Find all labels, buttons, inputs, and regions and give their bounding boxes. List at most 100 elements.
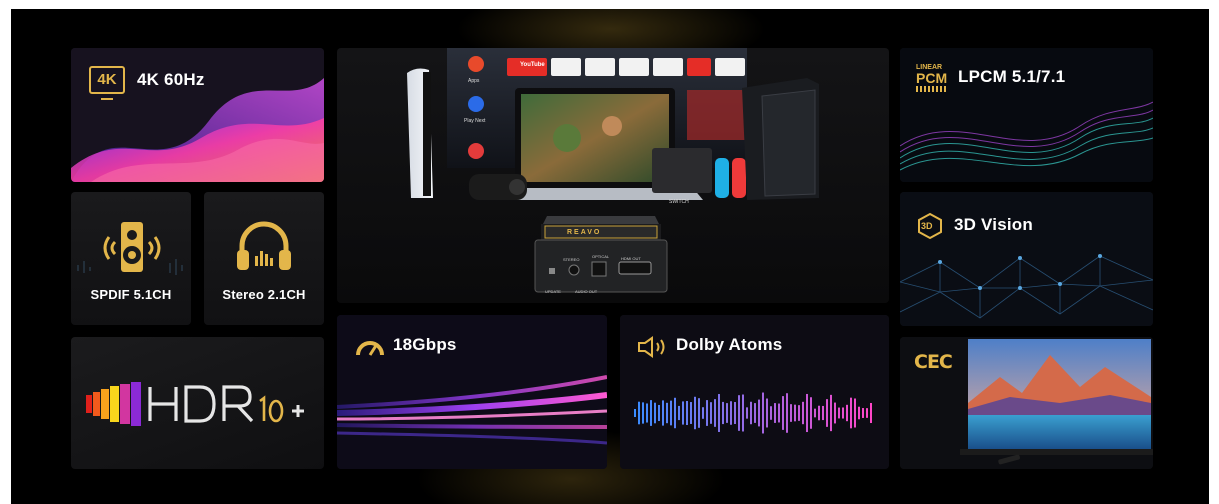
waveform-bar — [646, 403, 648, 423]
waveform-bar — [678, 405, 680, 421]
waveform-bar — [634, 409, 636, 417]
waveform-bar — [862, 408, 864, 418]
port-update: UPDATE — [545, 289, 561, 294]
waveform-bar — [722, 401, 724, 425]
waveform-bar — [658, 404, 660, 422]
waveform-bar — [726, 403, 728, 423]
feature-card-18gbps: 18Gbps — [337, 315, 607, 469]
waveform-bar — [810, 397, 812, 429]
waveform-bar — [766, 398, 768, 428]
port-stereo: STEREO — [563, 257, 580, 262]
waveform-bar — [702, 407, 704, 419]
waveform-bar — [770, 406, 772, 420]
waveform-bar — [850, 397, 852, 429]
waveform-bar — [650, 400, 652, 426]
waveform-bar — [798, 405, 800, 421]
waveform-bar — [762, 392, 764, 434]
waveform-bar — [818, 405, 820, 421]
feature-label-stereo: Stereo 2.1CH — [222, 287, 306, 302]
feature-label-lpcm: LPCM 5.1/7.1 — [958, 67, 1066, 86]
feature-label-dolby: Dolby Atoms — [676, 335, 783, 354]
waveform-bar — [710, 402, 712, 424]
waveform-bar — [830, 394, 832, 432]
waveform-bar — [642, 402, 644, 424]
waveform-bar — [706, 400, 708, 426]
waveform-bar — [654, 402, 656, 424]
waveform-bar — [674, 397, 676, 429]
waveform-bar — [754, 403, 756, 423]
3d-badge: 3D — [921, 221, 933, 231]
hdr10-plus-logo — [86, 382, 304, 426]
waveform-bar — [794, 404, 796, 422]
feature-card-spdif: SPDIF 5.1CH — [71, 192, 191, 325]
lpcm-badge-icon: PCM — [916, 70, 948, 86]
waveform-bar — [686, 400, 688, 426]
tv-sidebar-apps: Apps — [468, 78, 480, 84]
waveform-bar — [790, 404, 792, 422]
waveform-bar — [714, 399, 716, 427]
waveform-bar — [842, 407, 844, 419]
waveform-bar — [822, 405, 824, 421]
waveform-bar — [670, 400, 672, 426]
port-optical: OPTICAL — [592, 254, 610, 259]
waveform-bar — [814, 408, 816, 418]
waveform-bar — [866, 408, 868, 418]
device-brand: REAVO — [567, 229, 602, 236]
waveform-bar — [666, 402, 668, 424]
monitor-stand-icon — [101, 94, 113, 100]
waveform-bar — [786, 393, 788, 433]
waveform-bar — [662, 400, 664, 426]
switch-label: SWITCH — [669, 199, 689, 205]
speaker-icon — [103, 222, 161, 272]
feature-label-3d: 3D Vision — [954, 215, 1033, 234]
devices-showcase: REAVO SWITCH Apps Play Next YouTube UPDA… — [337, 48, 889, 303]
waveform-bar — [718, 394, 720, 432]
devices-illustration — [407, 48, 819, 293]
speaker-sound-icon — [638, 336, 665, 358]
4k-badge-icon: 4K — [89, 66, 125, 94]
tv-sidebar-play-next: Play Next — [464, 118, 486, 124]
lpcm-badge-lines — [916, 86, 946, 92]
feature-card-cec: CEC — [900, 337, 1153, 469]
feature-card-lpcm: LINEAR PCM LPCM 5.1/7.1 — [900, 48, 1153, 182]
waveform-bar — [782, 396, 784, 430]
waveform-bar — [698, 398, 700, 428]
feature-label-spdif: SPDIF 5.1CH — [90, 287, 172, 302]
waveform-bar — [846, 404, 848, 422]
tv-app-youtube: YouTube — [520, 62, 545, 68]
feature-card-4k: 4K 4K 60Hz — [71, 48, 324, 182]
waveform-bar — [638, 401, 640, 425]
feature-card-hdr — [71, 337, 324, 469]
feature-label-18gbps: 18Gbps — [393, 335, 457, 354]
waveform-bar — [838, 407, 840, 419]
headphones-icon — [237, 221, 291, 270]
waveform-bar — [742, 394, 744, 432]
waveform-bar — [806, 393, 808, 433]
port-audio-out: AUDIO OUT — [575, 289, 598, 294]
waveform-bar — [750, 401, 752, 425]
waveform-bar — [870, 402, 872, 424]
waveform-bar — [746, 407, 748, 419]
feature-card-3d: 3D 3D Vision — [900, 192, 1153, 326]
waveform-bar — [774, 403, 776, 423]
waveform-bar — [826, 399, 828, 427]
waveform-bar — [854, 398, 856, 428]
waveform-bar — [758, 399, 760, 427]
speedometer-icon — [356, 341, 384, 356]
port-hdmi-out: HDMI OUT — [621, 256, 641, 261]
waveform-bar — [682, 401, 684, 425]
waveform-bar — [690, 402, 692, 424]
feature-card-stereo: Stereo 2.1CH — [204, 192, 324, 325]
feature-label-4k: 4K 60Hz — [137, 70, 205, 89]
waveform-bar — [778, 403, 780, 423]
feature-card-dolby: Dolby Atoms — [620, 315, 889, 469]
waveform-bar — [734, 402, 736, 424]
waveform-bar — [730, 401, 732, 425]
feature-label-cec: CEC — [914, 351, 953, 373]
waveform-bar — [858, 406, 860, 420]
waveform-bar — [694, 396, 696, 430]
feature-banner: 4K 4K 60Hz SPDIF 5.1CH Stereo 2.1CH REAV… — [11, 9, 1209, 504]
waveform-bar — [802, 401, 804, 425]
waveform-bar — [834, 402, 836, 424]
waveform-bar — [738, 395, 740, 431]
